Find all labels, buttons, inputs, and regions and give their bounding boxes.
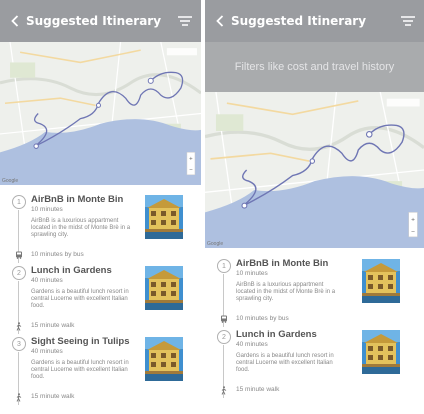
item-description: Gardens is a beautiful lunch resort in c…: [236, 353, 334, 373]
item-photo: [362, 330, 400, 374]
travel-text: 15 minute walk: [31, 322, 75, 329]
bus-icon: [219, 314, 229, 324]
item-name: Sight Seeing in Tulips: [31, 336, 130, 347]
timeline-line: [223, 274, 224, 311]
item-photo: [145, 337, 183, 381]
filter-lines-icon[interactable]: [400, 14, 416, 28]
filters-banner[interactable]: Filters like cost and travel history: [205, 42, 424, 92]
timeline-line: [18, 281, 19, 318]
step-number: 2: [12, 266, 26, 280]
itinerary-list: 1 AirBnB in Monte Bin 10 minutes AirBnB …: [205, 256, 424, 398]
step-number: 1: [12, 195, 26, 209]
app-header: Suggested Itinerary: [205, 0, 424, 42]
item-photo: [362, 259, 400, 303]
screen-itinerary-filters: Suggested Itinerary Google Filters like …: [205, 0, 424, 414]
travel-text: 15 minute walk: [31, 393, 75, 400]
chevron-left-icon[interactable]: [8, 12, 22, 30]
timeline-line: [18, 352, 19, 389]
itinerary-item[interactable]: 1 AirBnB in Monte Bin 10 minutes AirBnB …: [0, 192, 201, 247]
itinerary-list: 1 AirBnB in Monte Bin 10 minutes AirBnB …: [0, 192, 201, 405]
item-photo: [145, 266, 183, 310]
app-header: Suggested Itinerary: [0, 0, 201, 42]
step-number: 1: [217, 259, 231, 273]
item-duration: 10 minutes: [31, 206, 63, 213]
item-description: AirBnB is a luxurious appartment located…: [31, 218, 131, 238]
walk-icon: [219, 385, 229, 395]
travel-step: 15 minute walk: [205, 382, 424, 398]
item-name: Lunch in Gardens: [31, 265, 112, 276]
item-duration: 40 minutes: [31, 277, 63, 284]
page-title: Suggested Itinerary: [231, 14, 367, 28]
item-name: Lunch in Gardens: [236, 329, 317, 340]
itinerary-item[interactable]: 2 Lunch in Gardens 40 minutes Gardens is…: [0, 263, 201, 318]
item-description: Gardens is a beautiful lunch resort in c…: [31, 360, 129, 380]
itinerary-item[interactable]: 3 Sight Seeing in Tulips 40 minutes Gard…: [0, 334, 201, 389]
map-credit: Google: [2, 178, 19, 184]
page-title: Suggested Itinerary: [26, 14, 162, 28]
screen-itinerary: Suggested Itinerary Google 1 AirBnB in M…: [0, 0, 201, 414]
item-duration: 40 minutes: [236, 341, 268, 348]
travel-step: 15 minute walk: [0, 389, 201, 405]
timeline-line: [18, 210, 19, 247]
item-description: Gardens is a beautiful lunch resort in c…: [31, 289, 129, 309]
item-description: AirBnB is a luxurious appartment located…: [236, 282, 336, 302]
item-duration: 40 minutes: [31, 348, 63, 355]
step-number: 3: [12, 337, 26, 351]
step-number: 2: [217, 330, 231, 344]
travel-step: 15 minute walk: [0, 318, 201, 334]
bus-icon: [14, 250, 24, 260]
itinerary-item[interactable]: 2 Lunch in Gardens 40 minutes Gardens is…: [205, 327, 424, 382]
travel-text: 15 minute walk: [236, 386, 280, 393]
timeline-line: [223, 345, 224, 382]
walk-icon: [14, 321, 24, 331]
travel-step: 10 minutes by bus: [0, 247, 201, 263]
chevron-left-icon[interactable]: [213, 12, 227, 30]
map-credit: Google: [207, 241, 224, 247]
route-map[interactable]: Google: [0, 42, 201, 185]
travel-text: 10 minutes by bus: [31, 251, 84, 258]
item-name: AirBnB in Monte Bin: [31, 194, 124, 205]
travel-text: 10 minutes by bus: [236, 315, 289, 322]
walk-icon: [14, 392, 24, 402]
item-photo: [145, 195, 183, 239]
filter-lines-icon[interactable]: [177, 14, 193, 28]
travel-step: 10 minutes by bus: [205, 311, 424, 327]
item-duration: 10 minutes: [236, 270, 268, 277]
itinerary-item[interactable]: 1 AirBnB in Monte Bin 10 minutes AirBnB …: [205, 256, 424, 311]
route-map[interactable]: Google: [205, 92, 424, 248]
item-name: AirBnB in Monte Bin: [236, 258, 329, 269]
